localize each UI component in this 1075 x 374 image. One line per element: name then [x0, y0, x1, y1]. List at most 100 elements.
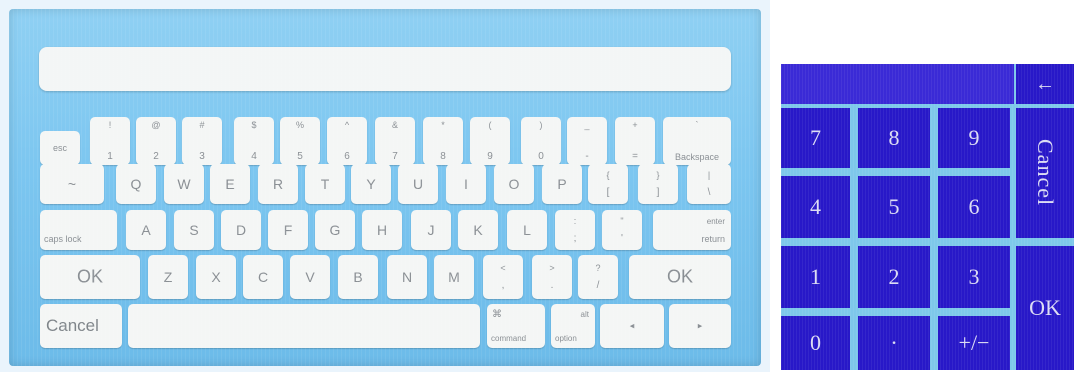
key-x[interactable]: X: [196, 255, 236, 299]
key-8[interactable]: * 8: [423, 117, 463, 165]
key-a[interactable]: A: [126, 210, 166, 250]
key-8-label: 8: [440, 151, 446, 162]
key-h[interactable]: H: [362, 210, 402, 250]
numpad-key-8[interactable]: 8: [858, 108, 930, 168]
key-comma-label: ,: [501, 280, 505, 291]
key-l[interactable]: L: [507, 210, 547, 250]
numpad-ok-button[interactable]: OK: [1016, 246, 1074, 370]
keyboard-panel: esc ! 1 @ 2 # 3 $ 4 % 5 ^ 6 & 7 * 8 (9 …: [9, 9, 761, 366]
numpad-key-4-label: 4: [810, 194, 821, 219]
key-t-label: T: [320, 176, 330, 192]
numpad-key-6[interactable]: 6: [938, 176, 1010, 238]
key-s[interactable]: S: [174, 210, 214, 250]
numpad-key-7[interactable]: 7: [781, 108, 850, 168]
key-i[interactable]: I: [446, 164, 486, 204]
key-u-label: U: [412, 176, 424, 192]
numpad-key-4[interactable]: 4: [781, 176, 850, 238]
numpad-backspace-button[interactable]: ←: [1016, 64, 1074, 104]
key-7[interactable]: & 7: [375, 117, 415, 165]
key-d[interactable]: D: [221, 210, 261, 250]
numpad-key-2-label: 2: [888, 264, 900, 289]
key-n[interactable]: N: [387, 255, 427, 299]
command-icon: ⌘: [492, 309, 502, 320]
key-3[interactable]: # 3: [182, 117, 222, 165]
key-5[interactable]: % 5: [280, 117, 320, 165]
key-left-brace[interactable]: { [: [588, 164, 628, 204]
key-quote[interactable]: " ': [602, 210, 642, 250]
key-r[interactable]: R: [258, 164, 298, 204]
key-equals[interactable]: + =: [615, 117, 655, 165]
key-g-label: G: [329, 222, 341, 238]
numpad-key-3-label: 3: [968, 264, 980, 289]
numpad-key-1[interactable]: 1: [781, 246, 850, 308]
key-e[interactable]: E: [210, 164, 250, 204]
key-v[interactable]: V: [290, 255, 330, 299]
key-c[interactable]: C: [243, 255, 283, 299]
key-right-brace[interactable]: } ]: [638, 164, 678, 204]
command-key[interactable]: ⌘ command: [487, 304, 545, 348]
numpad-cancel-label: Cancel: [1033, 139, 1058, 207]
command-key-label: command: [491, 334, 527, 343]
numpad-key-0[interactable]: 0: [781, 316, 850, 370]
key-k[interactable]: K: [458, 210, 498, 250]
backspace-key-shift-label: `: [695, 120, 699, 130]
option-key[interactable]: alt option: [551, 304, 595, 348]
keyboard-text-display[interactable]: [39, 47, 731, 91]
key-w[interactable]: W: [164, 164, 204, 204]
key-comma-shift-label: <: [500, 263, 506, 273]
key-1[interactable]: ! 1: [90, 117, 130, 165]
key-semicolon[interactable]: : ;: [555, 210, 595, 250]
key-period-shift-label: >: [549, 263, 555, 273]
key-4[interactable]: $ 4: [234, 117, 274, 165]
key-left-brace-label: [: [606, 187, 610, 198]
key-f[interactable]: F: [268, 210, 308, 250]
key-b[interactable]: B: [338, 255, 378, 299]
caps-lock-key[interactable]: caps lock: [40, 210, 117, 250]
key-pipe-shift-label: |: [707, 170, 711, 180]
key-pipe[interactable]: | \: [687, 164, 731, 204]
key-minus-shift-label: _: [584, 120, 590, 130]
key-comma[interactable]: < ,: [483, 255, 523, 299]
key-p[interactable]: P: [542, 164, 582, 204]
key-period[interactable]: > .: [532, 255, 572, 299]
key-p-label: P: [557, 176, 567, 192]
key-u[interactable]: U: [398, 164, 438, 204]
left-arrow-key[interactable]: ◂: [600, 304, 664, 348]
key-j[interactable]: J: [411, 210, 451, 250]
numpad-key-2[interactable]: 2: [858, 246, 930, 308]
key-2[interactable]: @ 2: [136, 117, 176, 165]
ok-button-left[interactable]: OK: [40, 255, 140, 299]
numpad-cancel-button[interactable]: Cancel: [1016, 108, 1074, 238]
ok-button-right[interactable]: OK: [629, 255, 731, 299]
cancel-button[interactable]: Cancel: [40, 304, 122, 348]
key-9[interactable]: ( 9: [470, 117, 510, 165]
space-bar[interactable]: [128, 304, 480, 348]
key-b-label: B: [353, 269, 363, 285]
key-0[interactable]: ) 0: [521, 117, 561, 165]
key-tilde[interactable]: ~: [40, 164, 104, 204]
numpad-decimal-key[interactable]: ·: [858, 316, 930, 370]
key-g[interactable]: G: [315, 210, 355, 250]
key-m[interactable]: M: [434, 255, 474, 299]
key-6[interactable]: ^ 6: [327, 117, 367, 165]
key-minus[interactable]: _ -: [567, 117, 607, 165]
key-m-label: M: [448, 269, 460, 285]
numpad-key-5[interactable]: 5: [858, 176, 930, 238]
key-slash[interactable]: ? /: [578, 255, 618, 299]
numpad-key-3[interactable]: 3: [938, 246, 1010, 308]
key-8-shift-label: *: [441, 120, 445, 130]
left-arrow-icon: ◂: [629, 320, 635, 331]
right-arrow-key[interactable]: ▸: [669, 304, 731, 348]
key-o[interactable]: O: [494, 164, 534, 204]
esc-key[interactable]: esc: [40, 131, 80, 165]
key-t[interactable]: T: [305, 164, 345, 204]
key-q[interactable]: Q: [116, 164, 156, 204]
enter-key[interactable]: enter return: [653, 210, 731, 250]
key-r-label: R: [272, 176, 284, 192]
key-z[interactable]: Z: [148, 255, 188, 299]
key-h-label: H: [376, 222, 388, 238]
numpad-key-9[interactable]: 9: [938, 108, 1010, 168]
numpad-sign-key[interactable]: +/−: [938, 316, 1010, 370]
key-y[interactable]: Y: [351, 164, 391, 204]
backspace-key[interactable]: ` Backspace: [663, 117, 731, 165]
